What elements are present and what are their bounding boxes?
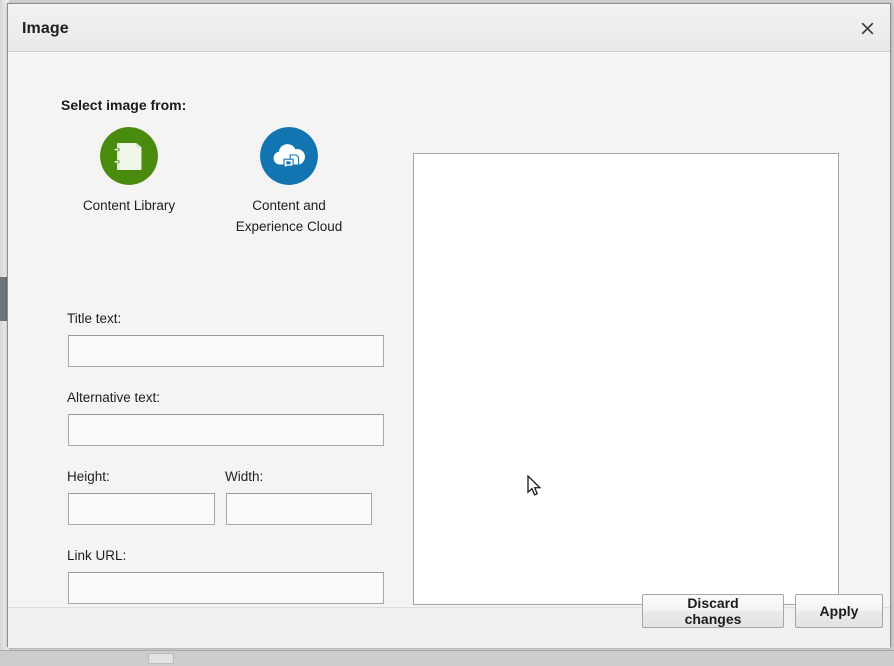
source-option-content-library[interactable]: Content Library (61, 127, 197, 216)
width-input[interactable] (226, 493, 372, 525)
select-image-from-heading: Select image from: (61, 97, 187, 113)
source-option-content-and-experience-cloud[interactable]: Content and Experience Cloud (221, 127, 357, 237)
title-text-input[interactable] (68, 335, 384, 367)
left-form-column: Select image from: Content Library Conte… (8, 52, 408, 607)
width-label: Width: (225, 469, 264, 484)
close-icon[interactable] (850, 11, 884, 45)
image-dialog: Image Select image from: Content Library… (7, 3, 891, 648)
source-option-cec-label-line2: Experience Cloud (235, 219, 343, 234)
dialog-title: Image (22, 20, 69, 37)
taskbar-item[interactable] (148, 653, 174, 664)
apply-button[interactable]: Apply (795, 594, 883, 628)
link-url-label: Link URL: (67, 548, 127, 563)
close-icon-glyph (861, 22, 873, 34)
height-label: Height: (67, 469, 110, 484)
alternative-text-label: Alternative text: (67, 390, 161, 405)
alternative-text-input[interactable] (68, 414, 384, 446)
source-option-cec-label-line1: Content and (252, 198, 326, 213)
title-text-label: Title text: (67, 311, 122, 326)
source-option-content-library-label: Content Library (82, 198, 176, 213)
dialog-titlebar: Image (8, 4, 890, 52)
dialog-footer: Discard changes Apply (8, 594, 890, 648)
image-preview-area[interactable] (413, 153, 839, 605)
discard-changes-button[interactable]: Discard changes (642, 594, 784, 628)
link-url-input[interactable] (68, 572, 384, 604)
dialog-body: Select image from: Content Library Conte… (8, 52, 890, 607)
desktop-backdrop: Image Select image from: Content Library… (0, 0, 894, 666)
bottom-taskbar (0, 650, 894, 666)
cloud-document-icon (260, 127, 318, 185)
height-input[interactable] (68, 493, 215, 525)
book-icon (100, 127, 158, 185)
